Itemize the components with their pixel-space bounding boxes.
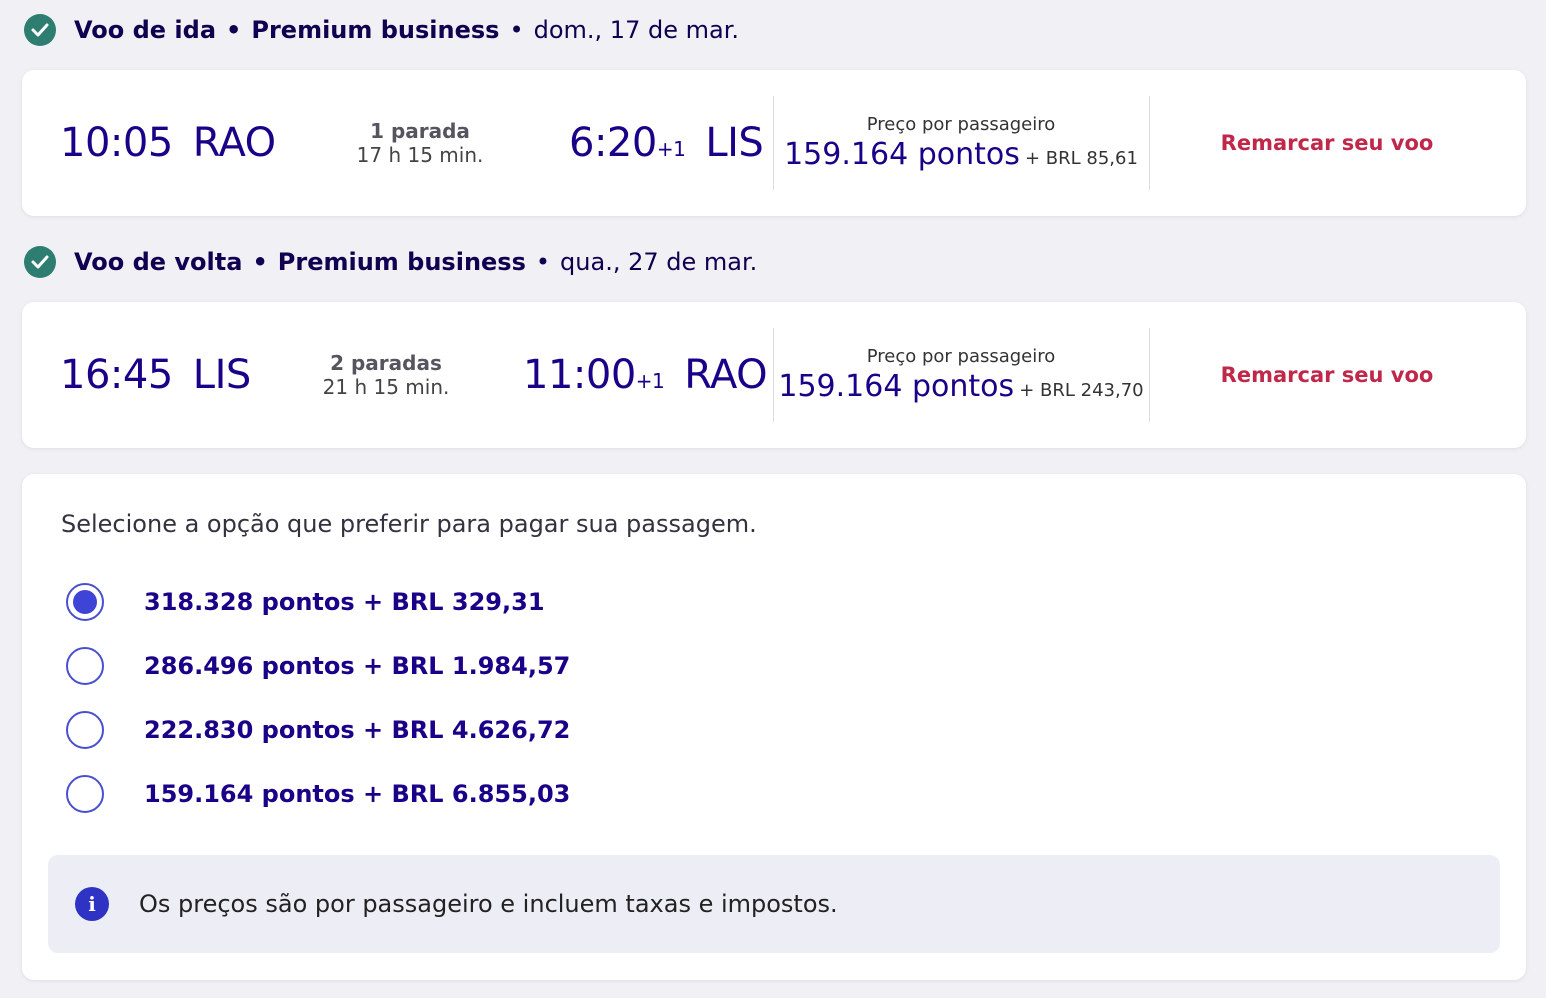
separator-dot: • [535, 248, 551, 276]
cabin-class: Premium business [251, 16, 500, 44]
stops-count: 2 paradas [330, 351, 442, 375]
outbound-header: Voo de ida • Premium business • dom., 17… [24, 13, 739, 47]
departure-time: 10:05 [60, 120, 173, 166]
next-day-indicator: +1 [635, 369, 665, 393]
flight-direction: Voo de volta [74, 248, 243, 276]
arrival: 11:00 +1 RAO [523, 302, 768, 448]
payment-option[interactable]: 286.496 pontos + BRL 1.984,57 [66, 646, 570, 686]
arrival-time: 11:00 [523, 352, 636, 398]
flight-duration: 17 h 15 min. [356, 143, 484, 167]
check-icon [24, 14, 56, 46]
price-per-passenger: Preço por passageiro 159.164 pontos + BR… [774, 302, 1148, 448]
departure: 10:05 RAO [60, 70, 276, 216]
payment-option[interactable]: 222.830 pontos + BRL 4.626,72 [66, 710, 570, 750]
departure-station: RAO [192, 120, 276, 166]
info-box: i Os preços são por passageiro e incluem… [48, 855, 1500, 953]
price-points: 159.164 pontos [784, 137, 1020, 172]
payment-option[interactable]: 159.164 pontos + BRL 6.855,03 [66, 774, 570, 814]
price-label: Preço por passageiro [866, 114, 1056, 135]
return-flight-card: 16:45 LIS 2 paradas 21 h 15 min. 11:00 +… [22, 302, 1526, 448]
arrival-station: RAO [684, 352, 768, 398]
next-day-indicator: +1 [656, 137, 686, 161]
radio-button[interactable] [66, 711, 104, 749]
info-icon: i [75, 887, 109, 921]
cabin-class: Premium business [277, 248, 526, 276]
flight-date: qua., 27 de mar. [560, 248, 758, 276]
arrival: 6:20 +1 LIS [569, 70, 764, 216]
separator-dot: • [252, 248, 268, 276]
rebook-flight-button[interactable]: Remarcar seu voo [1150, 302, 1504, 448]
radio-button-selected[interactable] [66, 583, 104, 621]
price-tax: + BRL 85,61 [1024, 148, 1138, 169]
flight-duration: 21 h 15 min. [322, 375, 450, 399]
radio-button[interactable] [66, 775, 104, 813]
price-label: Preço por passageiro [866, 346, 1056, 367]
info-text: Os preços são por passageiro e incluem t… [139, 890, 838, 918]
departure-time: 16:45 [60, 352, 173, 398]
payment-option-label: 318.328 pontos + BRL 329,31 [144, 588, 545, 616]
separator-dot: • [226, 16, 242, 44]
arrival-station: LIS [705, 120, 764, 166]
price-tax: + BRL 243,70 [1019, 380, 1144, 401]
payment-options-card: Selecione a opção que preferir para paga… [22, 474, 1526, 980]
stops-info: 2 paradas 21 h 15 min. [306, 302, 466, 448]
radio-button[interactable] [66, 647, 104, 685]
rebook-flight-button[interactable]: Remarcar seu voo [1150, 70, 1504, 216]
payment-option-label: 286.496 pontos + BRL 1.984,57 [144, 652, 571, 680]
departure-station: LIS [192, 352, 251, 398]
arrival-time: 6:20 [569, 120, 657, 166]
departure: 16:45 LIS [60, 302, 251, 448]
payment-option-label: 222.830 pontos + BRL 4.626,72 [144, 716, 571, 744]
price-points: 159.164 pontos [778, 369, 1015, 404]
payment-option[interactable]: 318.328 pontos + BRL 329,31 [66, 582, 545, 622]
flight-direction: Voo de ida [74, 16, 217, 44]
payment-option-label: 159.164 pontos + BRL 6.855,03 [144, 780, 571, 808]
stops-count: 1 parada [370, 119, 470, 143]
payment-title: Selecione a opção que preferir para paga… [61, 510, 757, 538]
separator-dot: • [509, 16, 524, 44]
return-header: Voo de volta • Premium business • qua., … [24, 245, 757, 279]
stops-info: 1 parada 17 h 15 min. [340, 70, 500, 216]
outbound-flight-card: 10:05 RAO 1 parada 17 h 15 min. 6:20 +1 … [22, 70, 1526, 216]
price-per-passenger: Preço por passageiro 159.164 pontos + BR… [774, 70, 1148, 216]
check-icon [24, 246, 56, 278]
flight-date: dom., 17 de mar. [533, 16, 739, 44]
